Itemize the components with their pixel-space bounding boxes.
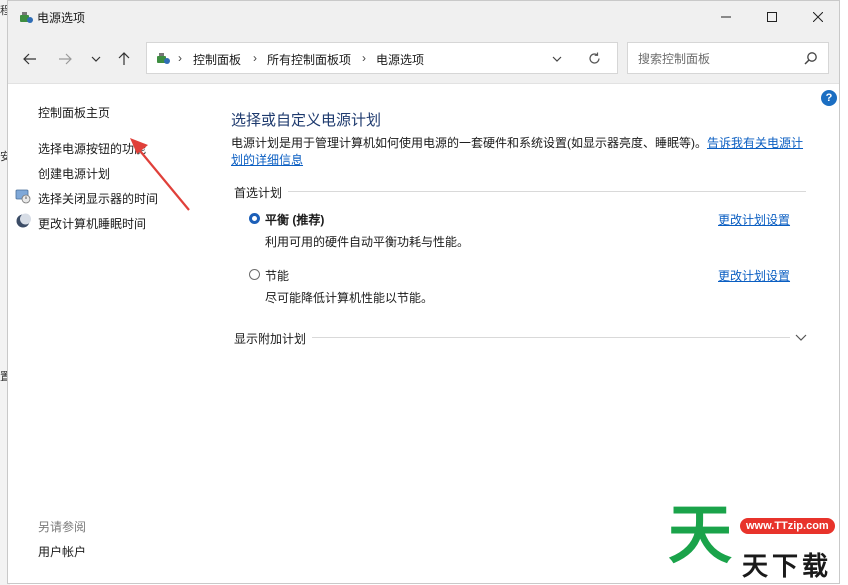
minimize-button[interactable] [703,1,749,33]
show-additional-plans-heading[interactable]: 显示附加计划 [234,330,313,347]
page-title: 选择或自定义电源计划 [231,112,382,129]
breadcrumb-control-panel[interactable]: 控制面板 [193,51,241,68]
description-text: 电源计划是用于管理计算机如何使用电源的一套硬件和系统设置(如显示器亮度、睡眠等)… [231,136,707,150]
breadcrumb-all-items[interactable]: 所有控制面板项 [267,51,351,68]
arrow-right-icon [59,53,72,65]
search-icon[interactable] [804,51,818,65]
chevron-right-icon: › [362,51,366,65]
chevron-right-icon: › [178,51,182,65]
forward-button[interactable] [55,49,75,69]
up-button[interactable] [114,49,134,69]
recent-locations-button[interactable] [86,49,106,69]
close-icon [813,12,823,22]
plan-power-saver-change-settings-link[interactable]: 更改计划设置 [718,267,790,284]
watermark-logo: 天 [668,499,732,573]
annotation-arrow [130,138,190,211]
watermark-url: www.TTzip.com [740,518,835,534]
arrow-left-icon [23,53,36,65]
page-description: 电源计划是用于管理计算机如何使用电源的一套硬件和系统设置(如显示器亮度、睡眠等)… [231,135,811,169]
breadcrumb-power-options[interactable]: 电源选项 [376,51,424,68]
plan-balanced-name[interactable]: 平衡 (推荐) [265,211,324,228]
section-divider [234,191,806,192]
search-box[interactable] [627,42,829,74]
see-also-heading: 另请参阅 [38,520,87,534]
help-icon[interactable]: ? [821,90,837,106]
chevron-right-icon: › [253,51,257,65]
nav-control-panel-home[interactable]: 控制面板主页 [38,104,110,121]
plan-power-saver-description: 尽可能降低计算机性能以节能。 [265,291,434,305]
plan-balanced-description: 利用可用的硬件自动平衡功耗与性能。 [265,235,470,249]
maximize-button[interactable] [749,1,795,33]
minimize-icon [721,16,731,18]
watermark: 天 www.TTzip.com 天下载 [668,499,848,585]
window-title: 电源选项 [37,11,86,25]
address-bar[interactable]: › 控制面板 › 所有控制面板项 › 电源选项 [146,42,618,74]
search-input[interactable] [636,49,800,69]
back-button[interactable] [20,49,40,69]
power-options-window: 电源选项 › 控制面板 › 所有控制面板项 › 电源选项 搜索控制面板 控制面板… [7,0,840,584]
display-timeout-icon [15,189,31,204]
watermark-site-name: 天下载 [742,552,833,582]
nav-sleep-time[interactable]: 更改计算机睡眠时间 [38,215,146,232]
chevron-down-icon [91,56,101,62]
plan-power-saver-name[interactable]: 节能 [265,267,289,284]
plan-balanced-radio[interactable] [249,213,260,224]
section-divider [234,337,790,338]
close-button[interactable] [795,1,839,33]
address-dropdown-icon[interactable] [552,56,562,62]
title-bar[interactable]: 电源选项 [8,1,839,33]
arrow-up-icon [118,52,130,65]
plan-power-saver-radio[interactable] [249,269,260,280]
control-panel-icon [157,53,170,64]
refresh-icon[interactable] [588,52,601,65]
nav-user-accounts[interactable]: 用户帐户 [38,543,86,560]
preferred-plans-heading: 首选计划 [234,184,289,201]
power-options-icon [20,12,33,23]
chevron-down-icon[interactable] [795,331,807,343]
navigation-bar: › 控制面板 › 所有控制面板项 › 电源选项 [8,33,839,84]
maximize-icon [767,12,777,22]
plan-balanced-change-settings-link[interactable]: 更改计划设置 [718,211,790,228]
nav-create-power-plan[interactable]: 创建电源计划 [38,165,110,182]
sleep-moon-icon [16,213,31,228]
